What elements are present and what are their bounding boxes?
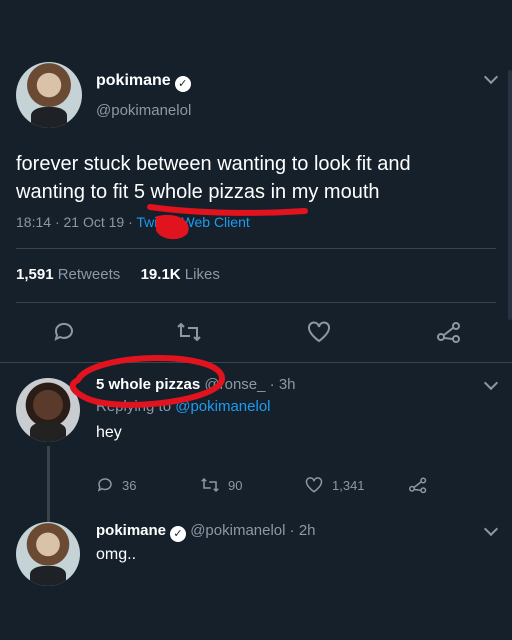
red-circle-mark (69, 355, 225, 408)
red-annotation-overlay (69, 204, 308, 408)
red-underline-mark (147, 204, 308, 216)
red-scribble-mark (156, 215, 189, 239)
